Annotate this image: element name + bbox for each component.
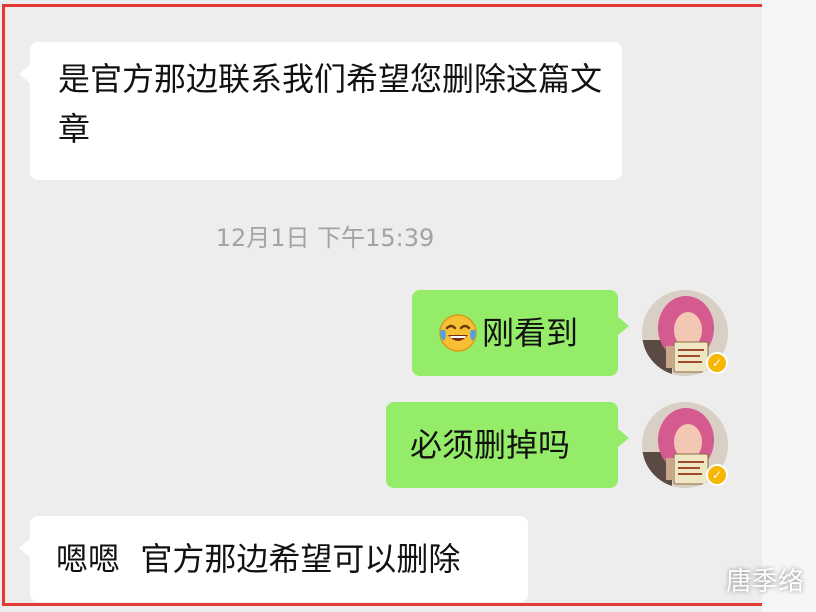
message-text: 必须删掉吗 bbox=[410, 426, 571, 464]
side-strip bbox=[762, 0, 816, 612]
timestamp: 12月1日 下午15:39 bbox=[215, 224, 435, 252]
message-text: 是官方那边联系我们希望您删除这篇文章 bbox=[58, 60, 603, 148]
message-text: 刚看到 bbox=[482, 314, 579, 352]
message-bubble-outgoing[interactable]: 必须删掉吗 bbox=[386, 402, 629, 488]
message-bubble-outgoing[interactable]: 刚看到 bbox=[412, 290, 629, 376]
watermark: 唐季络 bbox=[725, 567, 804, 597]
message-bubble-incoming[interactable]: 嗯嗯 官方那边希望可以删除 bbox=[19, 516, 528, 602]
message-bubble-incoming[interactable]: 是官方那边联系我们希望您删除这篇文章 bbox=[19, 42, 622, 180]
verified-badge-icon: ✓ bbox=[706, 464, 728, 486]
verified-badge-icon: ✓ bbox=[706, 352, 728, 374]
message-text: 嗯嗯 官方那边希望可以删除 bbox=[56, 540, 461, 578]
face-with-tears-of-joy-icon bbox=[439, 314, 477, 352]
